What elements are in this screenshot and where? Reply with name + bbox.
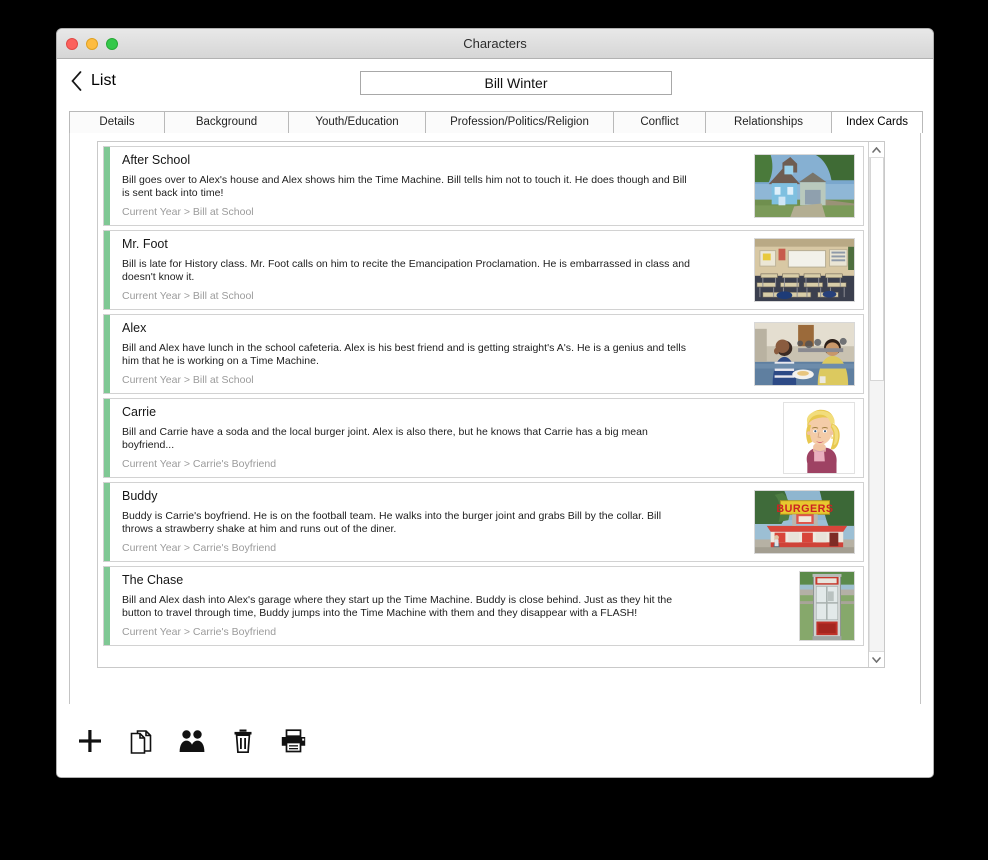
card-title: Buddy (122, 489, 158, 503)
card-body: Mr. Foot Bill is late for History class. … (110, 231, 754, 309)
scrollbar-track[interactable] (869, 158, 884, 651)
tab-relationships[interactable]: Relationships (706, 111, 832, 133)
phone-booth-photo (799, 571, 855, 641)
delete-card-button[interactable] (226, 724, 260, 758)
card-title: After School (122, 153, 191, 167)
index-card[interactable]: Mr. Foot Bill is late for History class. … (103, 230, 864, 310)
card-breadcrumb: Current Year > Carrie's Boyfriend (122, 542, 277, 554)
card-description: Bill is late for History class. Mr. Foot… (122, 258, 690, 283)
tab-label: Relationships (733, 116, 804, 128)
tab-profession-politics-religion[interactable]: Profession/Politics/Religion (426, 111, 614, 133)
tab-index-cards[interactable]: Index Cards (832, 111, 923, 134)
card-breadcrumb: Current Year > Carrie's Boyfriend (122, 458, 277, 470)
index-cards-panel: After School Bill goes over to Alex's hou… (69, 133, 921, 725)
window-title: Characters (463, 36, 527, 51)
chevron-up-icon (872, 146, 881, 153)
tab-conflict[interactable]: Conflict (614, 111, 706, 133)
printer-icon (281, 728, 306, 752)
plus-icon (79, 729, 101, 752)
burgers-diner-photo (754, 490, 855, 554)
tab-label: Conflict (640, 116, 679, 128)
tab-label: Index Cards (845, 116, 908, 128)
trash-icon (234, 729, 252, 753)
chevron-down-icon (872, 656, 881, 663)
tab-label: Youth/Education (315, 116, 399, 128)
card-description: Bill and Alex dash into Alex's garage wh… (122, 594, 673, 619)
index-card[interactable]: Alex Bill and Alex have lunch in the scho… (103, 314, 864, 394)
tab-label: Background (195, 116, 258, 128)
card-breadcrumb: Current Year > Carrie's Boyfriend (122, 626, 277, 638)
tab-details[interactable]: Details (69, 111, 165, 133)
carrie-portrait-illustration (783, 402, 855, 474)
index-card[interactable]: Carrie Bill and Carrie have a soda and th… (103, 398, 864, 478)
card-body: Buddy Buddy is Carrie's boyfriend. He is … (110, 483, 754, 561)
detail-header: List (57, 59, 933, 111)
index-card[interactable]: After School Bill goes over to Alex's hou… (103, 146, 864, 226)
scrollbar-thumb[interactable] (870, 158, 884, 381)
card-title: Alex (122, 321, 147, 335)
card-body: Carrie Bill and Carrie have a soda and th… (110, 399, 783, 477)
back-button-label: List (91, 72, 116, 89)
scroll-down-button[interactable] (869, 651, 884, 667)
two-people-icon (179, 728, 205, 752)
card-title: Mr. Foot (122, 237, 168, 251)
card-description: Bill and Carrie have a soda and the loca… (122, 426, 648, 451)
tab-bar: Details Background Youth/Education Professi… (69, 111, 923, 134)
character-name-input[interactable] (360, 71, 672, 95)
add-card-button[interactable] (73, 724, 107, 758)
classroom-photo (754, 238, 855, 302)
card-title: Carrie (122, 405, 157, 419)
card-description: Buddy is Carrie's boyfriend. He is on th… (122, 510, 662, 535)
card-breadcrumb: Current Year > Bill at School (122, 290, 254, 302)
bottom-toolbar (57, 704, 933, 777)
index-card[interactable]: Buddy Buddy is Carrie's boyfriend. He is … (103, 482, 864, 562)
print-button[interactable] (277, 724, 311, 758)
card-body: After School Bill goes over to Alex's hou… (110, 147, 754, 225)
cafeteria-photo (754, 322, 855, 386)
cards-list-container: After School Bill goes over to Alex's hou… (97, 141, 885, 668)
card-description: Bill and Alex have lunch in the school c… (122, 342, 686, 367)
tab-youth-education[interactable]: Youth/Education (289, 111, 426, 133)
blue-house-photo (754, 154, 855, 218)
back-to-list-button[interactable]: List (71, 71, 116, 91)
chevron-left-icon (71, 71, 82, 91)
cards-scrollbar[interactable] (868, 142, 884, 667)
card-description: Bill goes over to Alex's house and Alex … (122, 174, 687, 199)
card-breadcrumb: Current Year > Bill at School (122, 374, 254, 386)
tab-label: Profession/Politics/Religion (450, 116, 589, 128)
card-breadcrumb: Current Year > Bill at School (122, 206, 254, 218)
window-titlebar: Characters (57, 29, 933, 59)
card-body: Alex Bill and Alex have lunch in the scho… (110, 315, 754, 393)
card-title: The Chase (122, 573, 184, 587)
tab-background[interactable]: Background (165, 111, 289, 133)
card-body: The Chase Bill and Alex dash into Alex's … (110, 567, 799, 645)
cards-scroll-viewport: After School Bill goes over to Alex's hou… (98, 142, 869, 667)
scroll-up-button[interactable] (869, 142, 884, 158)
copy-pages-icon (130, 729, 152, 754)
tab-label: Details (99, 116, 135, 128)
duplicate-card-button[interactable] (124, 724, 158, 758)
index-card[interactable]: The Chase Bill and Alex dash into Alex's … (103, 566, 864, 646)
characters-button[interactable] (175, 724, 209, 758)
app-window: Characters List Details Background Youth/E… (56, 28, 934, 778)
